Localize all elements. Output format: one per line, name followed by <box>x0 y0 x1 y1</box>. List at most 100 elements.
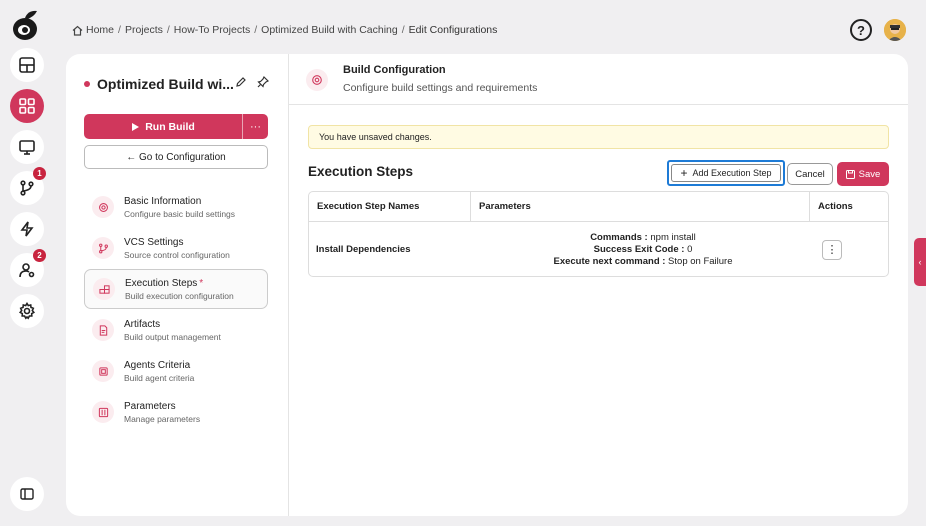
cancel-button[interactable]: Cancel <box>787 163 833 185</box>
table-row: Install Dependencies Commands : npm inst… <box>309 222 888 277</box>
nav-item-subtitle: Manage parameters <box>124 413 201 424</box>
lightning-icon <box>20 221 34 237</box>
sidebar-toggle-icon <box>20 488 34 500</box>
gear-icon <box>18 302 36 320</box>
git-branch-icon <box>20 180 34 196</box>
param-key: Commands : <box>590 232 648 243</box>
step-name: Install Dependencies <box>316 244 411 255</box>
nav-item-title: Parameters <box>124 400 176 412</box>
icon-rail: 1 2 <box>0 0 52 526</box>
breadcrumb-separator: / <box>254 24 258 36</box>
top-bar: Home / Projects / How-To Projects / Opti… <box>52 0 926 54</box>
home-icon[interactable] <box>72 25 83 36</box>
side-panel-toggle[interactable]: ‹ <box>914 238 926 286</box>
page-title: Build Configuration <box>343 64 446 76</box>
config-content: Build Configuration Configure build sett… <box>289 54 908 516</box>
breadcrumb: Home / Projects / How-To Projects / Opti… <box>72 24 497 36</box>
users-nav-button[interactable]: 2 <box>10 249 46 287</box>
app-logo-icon[interactable] <box>10 8 42 42</box>
save-label: Save <box>858 168 881 180</box>
nav-item-subtitle: Build execution configuration <box>125 290 234 301</box>
breadcrumb-separator: / <box>166 24 170 36</box>
unsaved-changes-notice: You have unsaved changes. <box>308 125 889 149</box>
breadcrumb-separator: / <box>118 24 121 36</box>
nav-item-title: VCS Settings <box>124 236 184 248</box>
breadcrumb-howto-projects[interactable]: How-To Projects <box>174 24 250 36</box>
run-build-group: Run Build ··· <box>84 114 268 139</box>
gear-icon <box>306 69 328 91</box>
add-execution-step-button[interactable]: + Add Execution Step <box>667 160 785 186</box>
git-branch-icon <box>92 237 114 259</box>
run-more-button[interactable]: ··· <box>242 114 268 139</box>
nav-item-artifacts[interactable]: Artifacts Build output management <box>84 310 268 350</box>
monitor-icon <box>19 140 35 155</box>
nav-item-execution-steps[interactable]: Execution Steps * Build execution configu… <box>84 269 268 309</box>
help-icon[interactable]: ? <box>850 19 872 41</box>
param-value: npm install <box>647 232 696 243</box>
avatar[interactable] <box>884 19 906 41</box>
param-value: 0 <box>684 244 693 255</box>
play-icon <box>132 122 140 131</box>
nav-item-agents-criteria[interactable]: Agents Criteria Build agent criteria <box>84 351 268 391</box>
nav-item-subtitle: Build output management <box>124 331 221 342</box>
gear-icon <box>92 196 114 218</box>
param-key: Success Exit Code : <box>593 244 685 255</box>
agents-nav-button[interactable] <box>10 130 44 164</box>
users-badge: 2 <box>33 249 46 262</box>
build-title-actions <box>235 76 269 88</box>
param-value: Stop on Failure <box>665 256 733 267</box>
execution-steps-table: Execution Step Names Parameters Actions … <box>308 191 889 277</box>
column-header-parameters: Parameters <box>470 192 809 221</box>
content-header: Build Configuration Configure build sett… <box>289 54 908 105</box>
step-parameters: Commands : npm install Success Exit Code… <box>470 222 809 277</box>
required-marker: * <box>199 277 204 289</box>
run-build-button[interactable]: Run Build <box>84 114 242 139</box>
run-build-label: Run Build <box>145 120 195 133</box>
row-actions-button[interactable]: ⋮ <box>822 239 842 260</box>
nav-item-title: Agents Criteria <box>124 359 191 371</box>
status-dot <box>84 81 90 87</box>
projects-nav-button[interactable] <box>10 89 44 123</box>
save-button[interactable]: Save <box>837 162 889 186</box>
build-title: Optimized Build wi... <box>84 76 234 92</box>
changes-nav-button[interactable]: 1 <box>10 167 46 205</box>
edit-icon[interactable] <box>235 76 247 88</box>
table-header: Execution Step Names Parameters Actions <box>309 192 888 222</box>
column-header-actions: Actions <box>809 192 888 221</box>
nav-item-basic-information[interactable]: Basic Information Configure basic build … <box>84 187 268 227</box>
pin-icon[interactable] <box>257 76 269 88</box>
plus-icon: + <box>680 166 688 180</box>
nav-item-title: Execution Steps <box>125 277 198 289</box>
main-card: Optimized Build wi... Run Build ··· ← Go… <box>66 54 908 516</box>
nav-item-title: Basic Information <box>124 195 202 207</box>
add-execution-step-label: Add Execution Step <box>692 168 772 178</box>
breadcrumb-separator: / <box>401 24 405 36</box>
nav-item-parameters[interactable]: Parameters Manage parameters <box>84 392 268 432</box>
sliders-icon <box>92 401 114 423</box>
dashboard-nav-button[interactable] <box>10 48 44 82</box>
breadcrumb-current: Edit Configurations <box>408 24 498 36</box>
user-settings-icon <box>19 263 35 278</box>
chip-icon <box>92 360 114 382</box>
page-subtitle: Configure build settings and requirement… <box>343 82 538 94</box>
file-icon <box>92 319 114 341</box>
breadcrumb-home[interactable]: Home <box>86 24 114 36</box>
builds-nav-button[interactable] <box>10 212 44 246</box>
build-sidebar: Optimized Build wi... Run Build ··· ← Go… <box>66 54 289 516</box>
settings-nav-button[interactable] <box>10 294 44 328</box>
build-name: Optimized Build wi... <box>97 76 234 92</box>
breadcrumb-build[interactable]: Optimized Build with Caching <box>261 24 398 36</box>
save-icon <box>845 169 855 179</box>
nav-item-subtitle: Configure basic build settings <box>124 208 236 219</box>
section-title: Execution Steps <box>308 164 414 179</box>
go-to-configuration-button[interactable]: ← Go to Configuration <box>84 145 268 169</box>
nav-item-vcs-settings[interactable]: VCS Settings Source control configuratio… <box>84 228 268 268</box>
column-header-step-names: Execution Step Names <box>317 201 420 212</box>
notification-badge: 1 <box>33 167 46 180</box>
breadcrumb-projects[interactable]: Projects <box>125 24 163 36</box>
grid-icon <box>19 98 35 114</box>
user-avatar-icon <box>884 19 906 41</box>
collapse-sidebar-button[interactable] <box>10 477 44 511</box>
config-nav: Basic Information Configure basic build … <box>84 187 268 433</box>
step-actions: ⋮ <box>809 222 888 277</box>
